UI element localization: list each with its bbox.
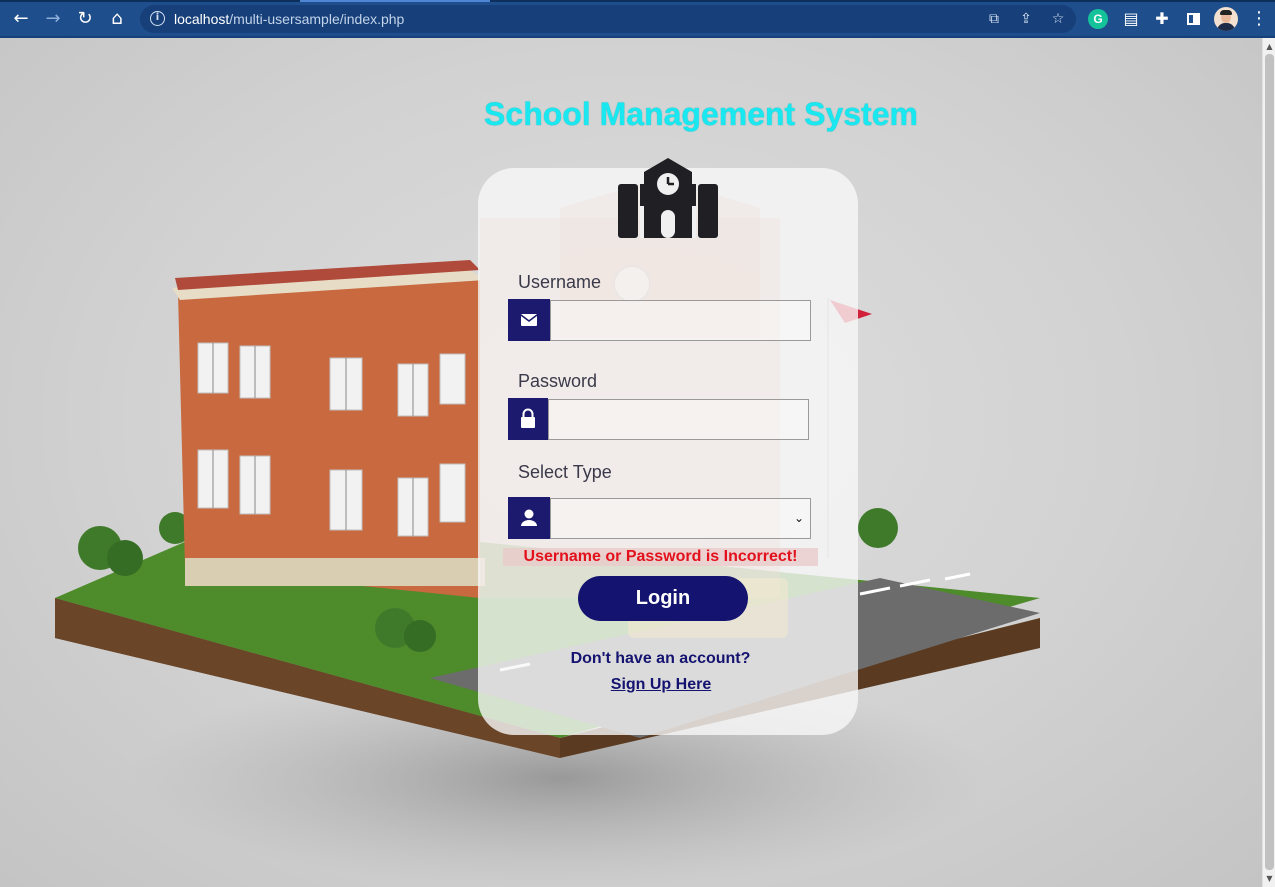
username-input[interactable]	[550, 300, 811, 341]
home-button[interactable]: ⌂	[105, 7, 129, 31]
login-card: Username Password Select Type ⌄ Username…	[478, 158, 858, 735]
info-icon[interactable]: i	[150, 11, 165, 26]
username-field-group	[508, 299, 813, 341]
page-viewport: School Management System Username Passwo…	[0, 38, 1262, 887]
password-input[interactable]	[548, 399, 809, 440]
password-field-group	[508, 398, 811, 440]
open-in-app-icon[interactable]: ⧉	[985, 10, 1003, 28]
password-label: Password	[518, 371, 598, 391]
lock-icon	[508, 398, 548, 440]
address-bar[interactable]: i localhost/multi-usersample/index.php ⧉…	[140, 5, 1076, 33]
side-panel-icon[interactable]	[1184, 9, 1204, 29]
type-field-group: ⌄	[508, 497, 811, 539]
grammarly-icon[interactable]: G	[1088, 9, 1108, 29]
reload-button[interactable]: ↻	[73, 7, 97, 31]
login-error-message: Username or Password is Incorrect!	[503, 548, 818, 566]
tab-strip	[0, 0, 1275, 2]
bookmark-star-icon[interactable]: ☆	[1049, 10, 1067, 28]
user-icon	[508, 497, 550, 539]
back-button[interactable]: ←	[9, 7, 33, 31]
home-icon: ⌂	[111, 8, 123, 29]
more-menu-icon[interactable]: ⋮	[1250, 8, 1268, 30]
arrow-left-icon: ←	[13, 8, 29, 29]
login-button[interactable]: Login	[578, 576, 748, 621]
share-icon[interactable]: ⇪	[1017, 10, 1035, 28]
arrow-right-icon: →	[45, 8, 61, 29]
scroll-up-icon[interactable]: ▲	[1265, 42, 1274, 51]
user-type-select[interactable]	[550, 498, 811, 539]
browser-toolbar: ← → ↻ ⌂ i localhost/multi-usersample/ind…	[0, 0, 1275, 38]
signup-link[interactable]: Sign Up Here	[478, 676, 844, 694]
url-path: /multi-usersample/index.php	[229, 11, 405, 27]
scrollbar-thumb[interactable]	[1265, 54, 1274, 870]
reload-icon: ↻	[77, 8, 93, 29]
profile-avatar[interactable]	[1214, 7, 1238, 31]
page-scrollbar[interactable]: ▲ ▼	[1262, 38, 1275, 887]
page-title: School Management System	[484, 96, 918, 132]
select-type-label: Select Type	[518, 462, 612, 482]
puzzle-icon[interactable]: ✚	[1152, 9, 1172, 29]
school-icon	[618, 158, 718, 238]
scroll-down-icon[interactable]: ▼	[1265, 874, 1274, 883]
active-tab-indicator	[300, 0, 490, 2]
username-label: Username	[518, 272, 602, 292]
save-icon[interactable]: ▤	[1121, 9, 1141, 29]
url-text[interactable]: localhost/multi-usersample/index.php	[174, 11, 404, 27]
url-host: localhost	[174, 11, 230, 27]
forward-button[interactable]: →	[41, 7, 65, 31]
envelope-icon	[508, 299, 550, 341]
no-account-text: Don't have an account?	[570, 650, 751, 667]
